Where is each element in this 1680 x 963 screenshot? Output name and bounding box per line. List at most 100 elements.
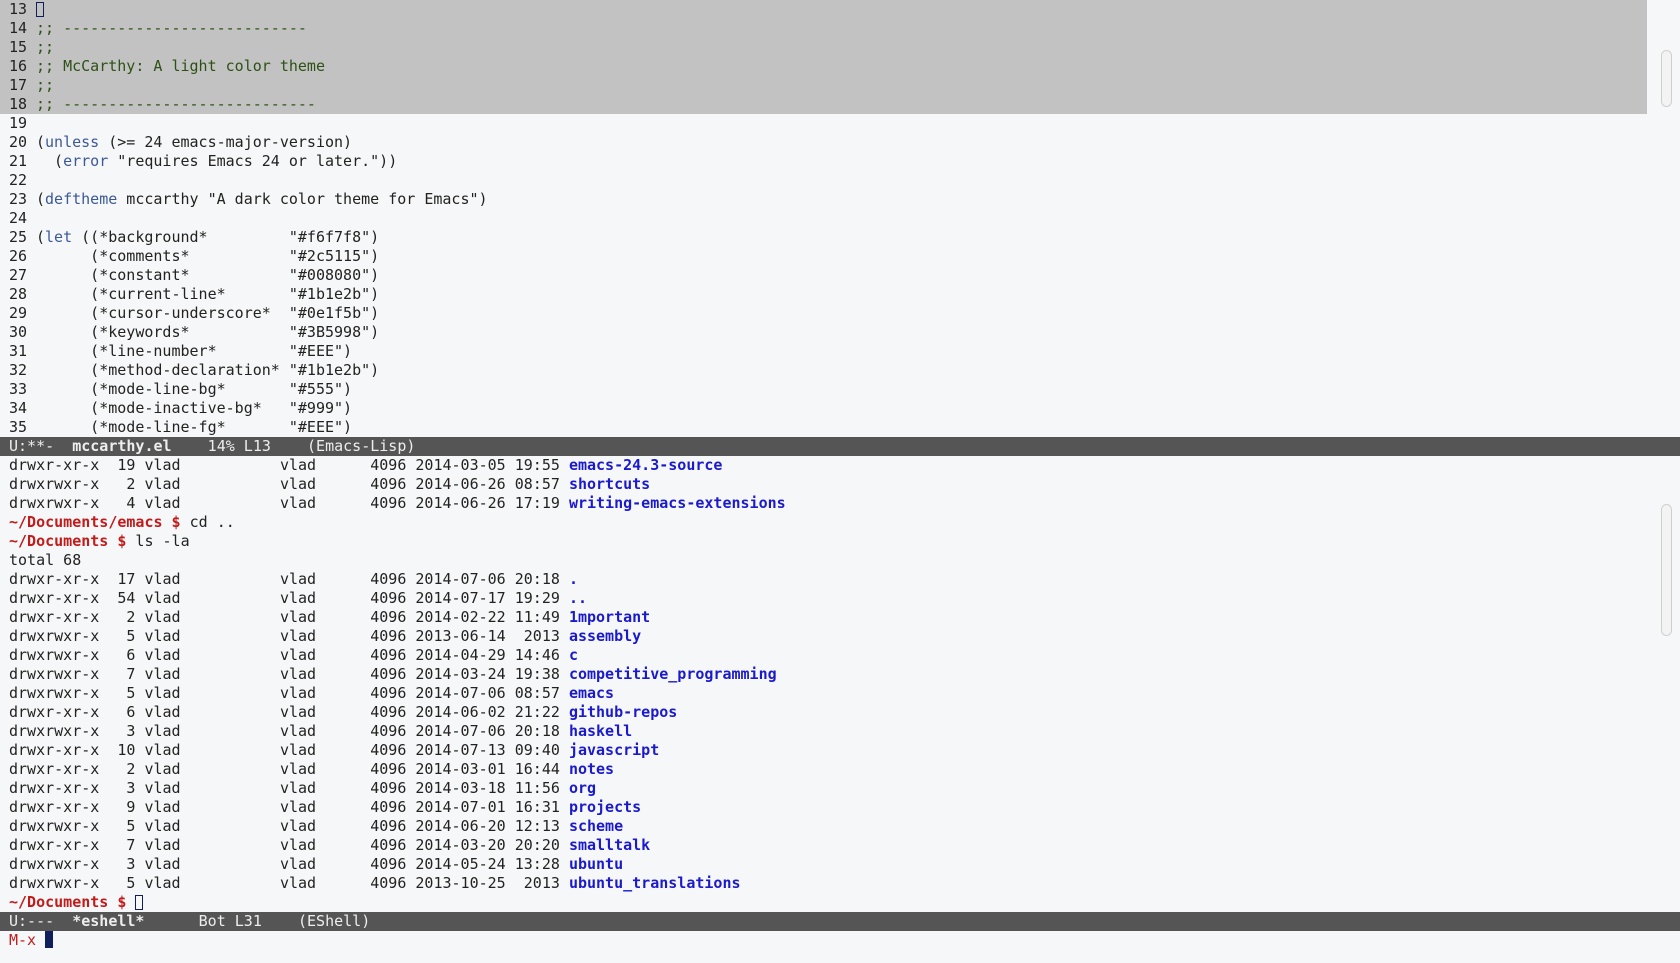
code-line: 33 (*mode-line-bg* "#555")	[9, 380, 488, 399]
modeline-mode[interactable]: (EShell)	[298, 912, 370, 930]
shell-command[interactable]: ls -la	[126, 532, 189, 550]
file-size: 4096	[370, 475, 407, 493]
group: vlad	[279, 874, 317, 892]
modeline-buffer-name[interactable]: mccarthy.el	[72, 437, 171, 455]
directory-name[interactable]: emacs	[569, 684, 614, 702]
modified-date: 2014-03-18 11:56	[415, 779, 560, 797]
link-count: 3	[117, 779, 136, 797]
link-count: 7	[117, 665, 136, 683]
directory-name[interactable]: .	[569, 570, 578, 588]
shell-command[interactable]	[126, 893, 135, 911]
code-line: 14 ;; ---------------------------	[9, 19, 488, 38]
code-line: 35 (*mode-line-fg* "#EEE")	[9, 418, 488, 437]
line-number: 22	[9, 171, 28, 189]
file-size: 4096	[370, 646, 407, 664]
directory-name[interactable]: ubuntu_translations	[569, 874, 741, 892]
shell-command[interactable]: cd ..	[181, 513, 235, 531]
directory-name[interactable]: scheme	[569, 817, 623, 835]
listing-row: drwxr-xr-x 2 vlad vlad 4096 2014-02-22 1…	[9, 608, 786, 627]
shell-prompt: ~/Documents $	[9, 532, 127, 550]
modified-date: 2014-03-20 20:20	[415, 836, 560, 854]
modeline-position: 14% L13	[171, 437, 308, 455]
keyword: error	[63, 152, 109, 170]
shell-prompt: ~/Documents $	[9, 893, 127, 911]
link-count: 5	[117, 627, 136, 645]
directory-name[interactable]: haskell	[569, 722, 632, 740]
editor-scrollbar[interactable]	[1660, 0, 1673, 437]
directory-name[interactable]: notes	[569, 760, 614, 778]
code-line: 22	[9, 171, 488, 190]
eshell-window[interactable]: drwxr-xr-x 19 vlad vlad 4096 2014-03-05 …	[0, 456, 1680, 912]
group: vlad	[279, 760, 317, 778]
file-size: 4096	[370, 665, 407, 683]
directory-name[interactable]: github-repos	[569, 703, 677, 721]
file-size: 4096	[370, 684, 407, 702]
shell-line: ~/Documents $ ls -la	[9, 532, 786, 551]
group: vlad	[279, 855, 317, 873]
directory-name[interactable]: c	[569, 646, 578, 664]
permissions: drwxrwxr-x	[9, 874, 100, 892]
listing-row: drwxr-xr-x 2 vlad vlad 4096 2014-03-01 1…	[9, 760, 786, 779]
editor-window[interactable]: 13 14;; --------------------------- 15;; 16…	[0, 0, 1680, 437]
directory-name[interactable]: javascript	[569, 741, 659, 759]
code-text: ;; ----------------------------	[36, 95, 316, 113]
editor-scrollbar-thumb[interactable]	[1661, 50, 1672, 107]
modified-date: 2013-06-14 2013	[415, 627, 560, 645]
modified-date: 2014-07-13 09:40	[415, 741, 560, 759]
line-number: 14	[9, 19, 28, 37]
modeline-mode[interactable]: (Emacs-Lisp)	[307, 437, 415, 455]
modified-date: 2014-06-26 17:19	[415, 494, 560, 512]
group: vlad	[279, 627, 317, 645]
link-count: 5	[117, 874, 136, 892]
code-line: 23 (deftheme mccarthy "A dark color theme…	[9, 190, 488, 209]
directory-name[interactable]: ubuntu	[569, 855, 623, 873]
code-text: (*constant* "#008080")	[36, 266, 380, 284]
shell-output: total 68	[9, 551, 82, 569]
code-text: (*mode-line-bg* "#555")	[36, 380, 353, 398]
listing-row: drwxrwxr-x 5 vlad vlad 4096 2014-07-06 0…	[9, 684, 786, 703]
directory-name[interactable]: writing-emacs-extensions	[569, 494, 786, 512]
directory-name[interactable]: ..	[569, 589, 587, 607]
code-text: (*line-number* "#EEE")	[36, 342, 353, 360]
directory-name[interactable]: 1mportant	[569, 608, 650, 626]
eshell-scrollbar-thumb[interactable]	[1661, 504, 1672, 636]
file-size: 4096	[370, 570, 407, 588]
permissions: drwxr-xr-x	[9, 570, 100, 588]
owner: vlad	[144, 570, 181, 588]
group: vlad	[279, 646, 317, 664]
editor-buffer[interactable]: 13 14;; --------------------------- 15;; 16…	[9, 0, 488, 437]
directory-name[interactable]: assembly	[569, 627, 641, 645]
line-number: 32	[9, 361, 28, 379]
owner: vlad	[144, 589, 181, 607]
listing-row: drwxr-xr-x 19 vlad vlad 4096 2014-03-05 …	[9, 456, 786, 475]
directory-name[interactable]: shortcuts	[569, 475, 650, 493]
eshell-buffer[interactable]: drwxr-xr-x 19 vlad vlad 4096 2014-03-05 …	[9, 456, 786, 912]
line-number: 17	[9, 76, 28, 94]
modeline-buffer-name[interactable]: *eshell*	[72, 912, 144, 930]
directory-name[interactable]: competitive_programming	[569, 665, 777, 683]
owner: vlad	[144, 665, 181, 683]
group: vlad	[279, 665, 317, 683]
line-number: 27	[9, 266, 28, 284]
eshell-scrollbar[interactable]	[1660, 456, 1673, 912]
code-line: 27 (*constant* "#008080")	[9, 266, 488, 285]
listing-row: drwxr-xr-x 17 vlad vlad 4096 2014-07-06 …	[9, 570, 786, 589]
owner: vlad	[144, 494, 181, 512]
modified-date: 2014-06-02 21:22	[415, 703, 560, 721]
text-cursor	[36, 2, 44, 17]
directory-name[interactable]: projects	[569, 798, 641, 816]
modeline-position: Bot L31	[144, 912, 298, 930]
group: vlad	[279, 570, 317, 588]
modified-date: 2014-03-01 16:44	[415, 760, 560, 778]
link-count: 5	[117, 684, 136, 702]
code-text: (deftheme mccarthy "A dark color theme f…	[36, 190, 488, 208]
link-count: 5	[117, 817, 136, 835]
link-count: 3	[117, 722, 136, 740]
permissions: drwxr-xr-x	[9, 798, 100, 816]
directory-name[interactable]: emacs-24.3-source	[569, 456, 723, 474]
listing-row: drwxrwxr-x 5 vlad vlad 4096 2014-06-20 1…	[9, 817, 786, 836]
minibuffer[interactable]: M-x	[0, 931, 54, 950]
directory-name[interactable]: org	[569, 779, 596, 797]
directory-name[interactable]: smalltalk	[569, 836, 650, 854]
file-size: 4096	[370, 456, 407, 474]
